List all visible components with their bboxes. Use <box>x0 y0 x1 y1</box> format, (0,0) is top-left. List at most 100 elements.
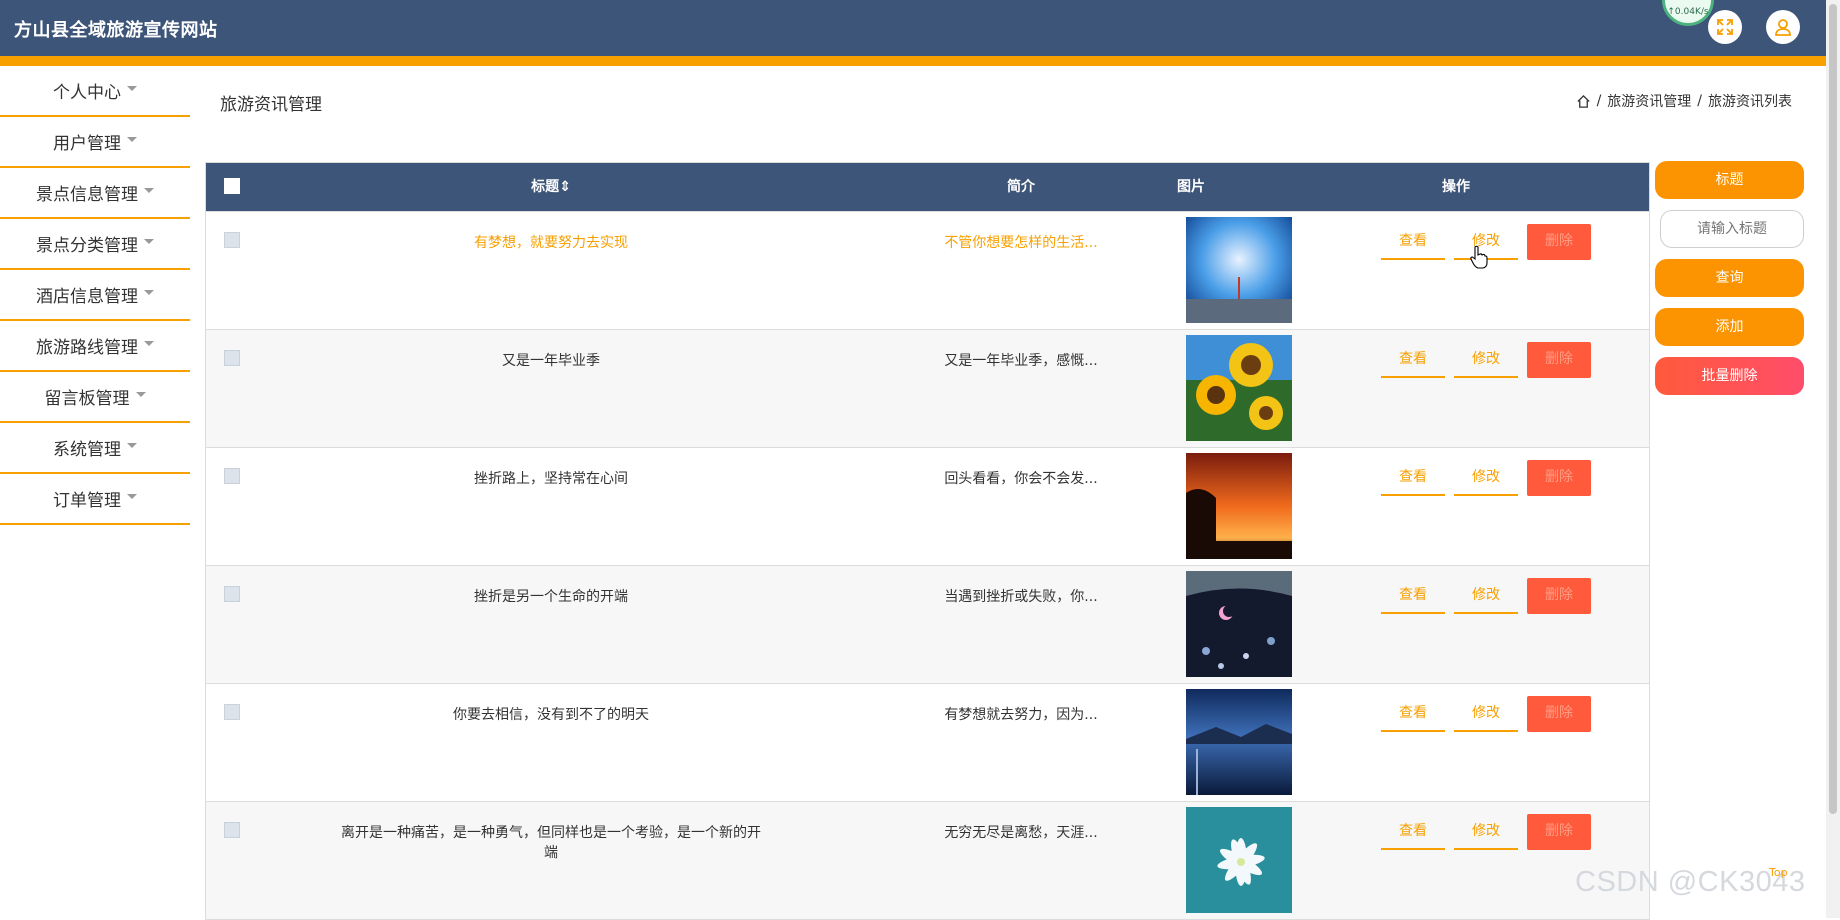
delete-button[interactable]: 删除 <box>1527 224 1591 260</box>
sidebar-item-user-management[interactable]: 用户管理 <box>0 117 190 168</box>
breadcrumb: / 旅游资讯管理 / 旅游资讯列表 <box>1576 91 1792 111</box>
view-button[interactable]: 查看 <box>1381 578 1445 614</box>
search-input[interactable] <box>1660 210 1804 248</box>
top-header: 方山县全域旅游宣传网站 ↑0.04K/s <box>0 0 1826 56</box>
table-row: 挫折是另一个生命的开端 当遇到挫折或失败，你... 查看 修改 删除 <box>206 565 1649 683</box>
caret-down-icon <box>144 188 154 193</box>
back-to-top-link[interactable]: Top <box>1769 866 1788 879</box>
row-checkbox[interactable] <box>224 704 240 720</box>
search-panel: 标题 查询 添加 批量删除 <box>1655 161 1804 406</box>
batch-delete-button[interactable]: 批量删除 <box>1655 357 1804 395</box>
sidebar-item-message-board[interactable]: 留言板管理 <box>0 372 190 423</box>
user-avatar-icon[interactable] <box>1766 10 1800 44</box>
caret-down-icon <box>144 341 154 346</box>
row-title: 有梦想，就要努力去实现 <box>474 235 628 251</box>
query-button[interactable]: 查询 <box>1655 259 1804 297</box>
delete-button[interactable]: 删除 <box>1527 696 1591 732</box>
sidebar-item-label: 景点信息管理 <box>36 185 138 205</box>
network-speed-text: ↑0.04K/s <box>1667 7 1709 17</box>
table-row: 你要去相信，没有到不了的明天 有梦想就去努力，因为... 查看 修改 删除 <box>206 683 1649 801</box>
row-intro: 有梦想就去努力，因为... <box>944 707 1098 723</box>
row-intro: 无穷无尽是离愁，天涯... <box>944 825 1098 841</box>
view-button[interactable]: 查看 <box>1381 224 1445 260</box>
edit-button[interactable]: 修改 <box>1454 578 1518 614</box>
row-checkbox[interactable] <box>224 232 240 248</box>
sidebar-item-label: 酒店信息管理 <box>36 287 138 307</box>
row-intro: 回头看看，你会不会发... <box>944 471 1098 487</box>
select-all-checkbox[interactable] <box>224 178 240 194</box>
delete-button[interactable]: 删除 <box>1527 814 1591 850</box>
row-title: 你要去相信，没有到不了的明天 <box>453 707 649 723</box>
row-title: 离开是一种痛苦，是一种勇气，但同样也是一个考验，是一个新的开端 <box>341 825 761 861</box>
row-checkbox[interactable] <box>224 822 240 838</box>
sidebar-item-orders[interactable]: 订单管理 <box>0 474 190 525</box>
fullscreen-icon[interactable] <box>1708 10 1742 44</box>
thumbnail-blue-lake-image <box>1186 689 1292 795</box>
delete-button[interactable]: 删除 <box>1527 342 1591 378</box>
sidebar-item-label: 个人中心 <box>53 83 121 103</box>
table-row: 离开是一种痛苦，是一种勇气，但同样也是一个考验，是一个新的开端 无穷无尽是离愁，… <box>206 801 1649 919</box>
caret-down-icon <box>127 443 137 448</box>
column-header-intro: 简介 <box>1007 179 1035 195</box>
column-header-title-label: 标题 <box>531 179 560 195</box>
caret-down-icon <box>127 86 137 91</box>
caret-down-icon <box>127 137 137 142</box>
edit-button[interactable]: 修改 <box>1454 696 1518 732</box>
title-filter-button[interactable]: 标题 <box>1655 161 1804 199</box>
edit-button[interactable]: 修改 <box>1454 814 1518 850</box>
table-row: 有梦想，就要努力去实现 不管你想要怎样的生活... 查看 修改 删除 <box>206 211 1649 329</box>
caret-down-icon <box>144 239 154 244</box>
row-checkbox[interactable] <box>224 586 240 602</box>
thumbnail-blue-sky-image <box>1186 217 1292 323</box>
sidebar-item-scenic-category[interactable]: 景点分类管理 <box>0 219 190 270</box>
view-button[interactable]: 查看 <box>1381 460 1445 496</box>
home-icon[interactable] <box>1576 94 1591 109</box>
edit-button[interactable]: 修改 <box>1454 342 1518 378</box>
row-intro: 又是一年毕业季，感慨... <box>944 353 1098 369</box>
thumbnail-sunset-image <box>1186 453 1292 559</box>
caret-down-icon <box>135 392 146 397</box>
sidebar-item-label: 用户管理 <box>53 134 121 154</box>
delete-button[interactable]: 删除 <box>1527 460 1591 496</box>
breadcrumb-separator: / <box>1596 93 1602 109</box>
thumbnail-white-flower-image <box>1186 807 1292 913</box>
breadcrumb-item-news-management[interactable]: 旅游资讯管理 <box>1607 91 1691 111</box>
sidebar-item-label: 订单管理 <box>53 491 121 511</box>
add-button[interactable]: 添加 <box>1655 308 1804 346</box>
scrollbar-thumb[interactable] <box>1829 4 1837 814</box>
network-speed-badge: ↑0.04K/s <box>1662 0 1714 26</box>
table-row: 又是一年毕业季 又是一年毕业季，感慨... 查看 修改 删除 <box>206 329 1649 447</box>
column-header-title[interactable]: 标题⇕ <box>336 163 766 211</box>
delete-button[interactable]: 删除 <box>1527 578 1591 614</box>
edit-button[interactable]: 修改 <box>1454 460 1518 496</box>
view-button[interactable]: 查看 <box>1381 696 1445 732</box>
table-row: 挫折路上，坚持常在心间 回头看看，你会不会发... 查看 修改 删除 <box>206 447 1649 565</box>
column-header-actions: 操作 <box>1442 179 1470 195</box>
column-header-image: 图片 <box>1177 179 1205 195</box>
sidebar-item-hotel-info[interactable]: 酒店信息管理 <box>0 270 190 321</box>
view-button[interactable]: 查看 <box>1381 814 1445 850</box>
view-button[interactable]: 查看 <box>1381 342 1445 378</box>
site-title: 方山县全域旅游宣传网站 <box>14 20 218 41</box>
sidebar-item-travel-routes[interactable]: 旅游路线管理 <box>0 321 190 372</box>
sidebar-item-system[interactable]: 系统管理 <box>0 423 190 474</box>
breadcrumb-separator: / <box>1697 93 1702 109</box>
row-title: 挫折是另一个生命的开端 <box>474 589 628 605</box>
breadcrumb-item-news-list: 旅游资讯列表 <box>1708 94 1792 110</box>
page-scrollbar[interactable] <box>1826 0 1840 918</box>
sidebar-item-label: 留言板管理 <box>44 389 130 409</box>
row-title: 又是一年毕业季 <box>502 353 600 369</box>
page-title: 旅游资讯管理 <box>220 95 322 115</box>
caret-down-icon <box>127 494 137 499</box>
sidebar-item-label: 旅游路线管理 <box>36 338 138 358</box>
header-accent-stripe <box>0 56 1826 66</box>
row-intro: 当遇到挫折或失败，你... <box>944 589 1098 605</box>
row-checkbox[interactable] <box>224 468 240 484</box>
row-checkbox[interactable] <box>224 350 240 366</box>
sidebar-item-label: 景点分类管理 <box>36 236 138 256</box>
sidebar-item-personal-center[interactable]: 个人中心 <box>0 66 190 117</box>
sort-icon[interactable]: ⇕ <box>559 179 571 195</box>
thumbnail-sunflowers-image <box>1186 335 1292 441</box>
sidebar-item-scenic-info[interactable]: 景点信息管理 <box>0 168 190 219</box>
hand-pointer-icon <box>1470 245 1488 269</box>
